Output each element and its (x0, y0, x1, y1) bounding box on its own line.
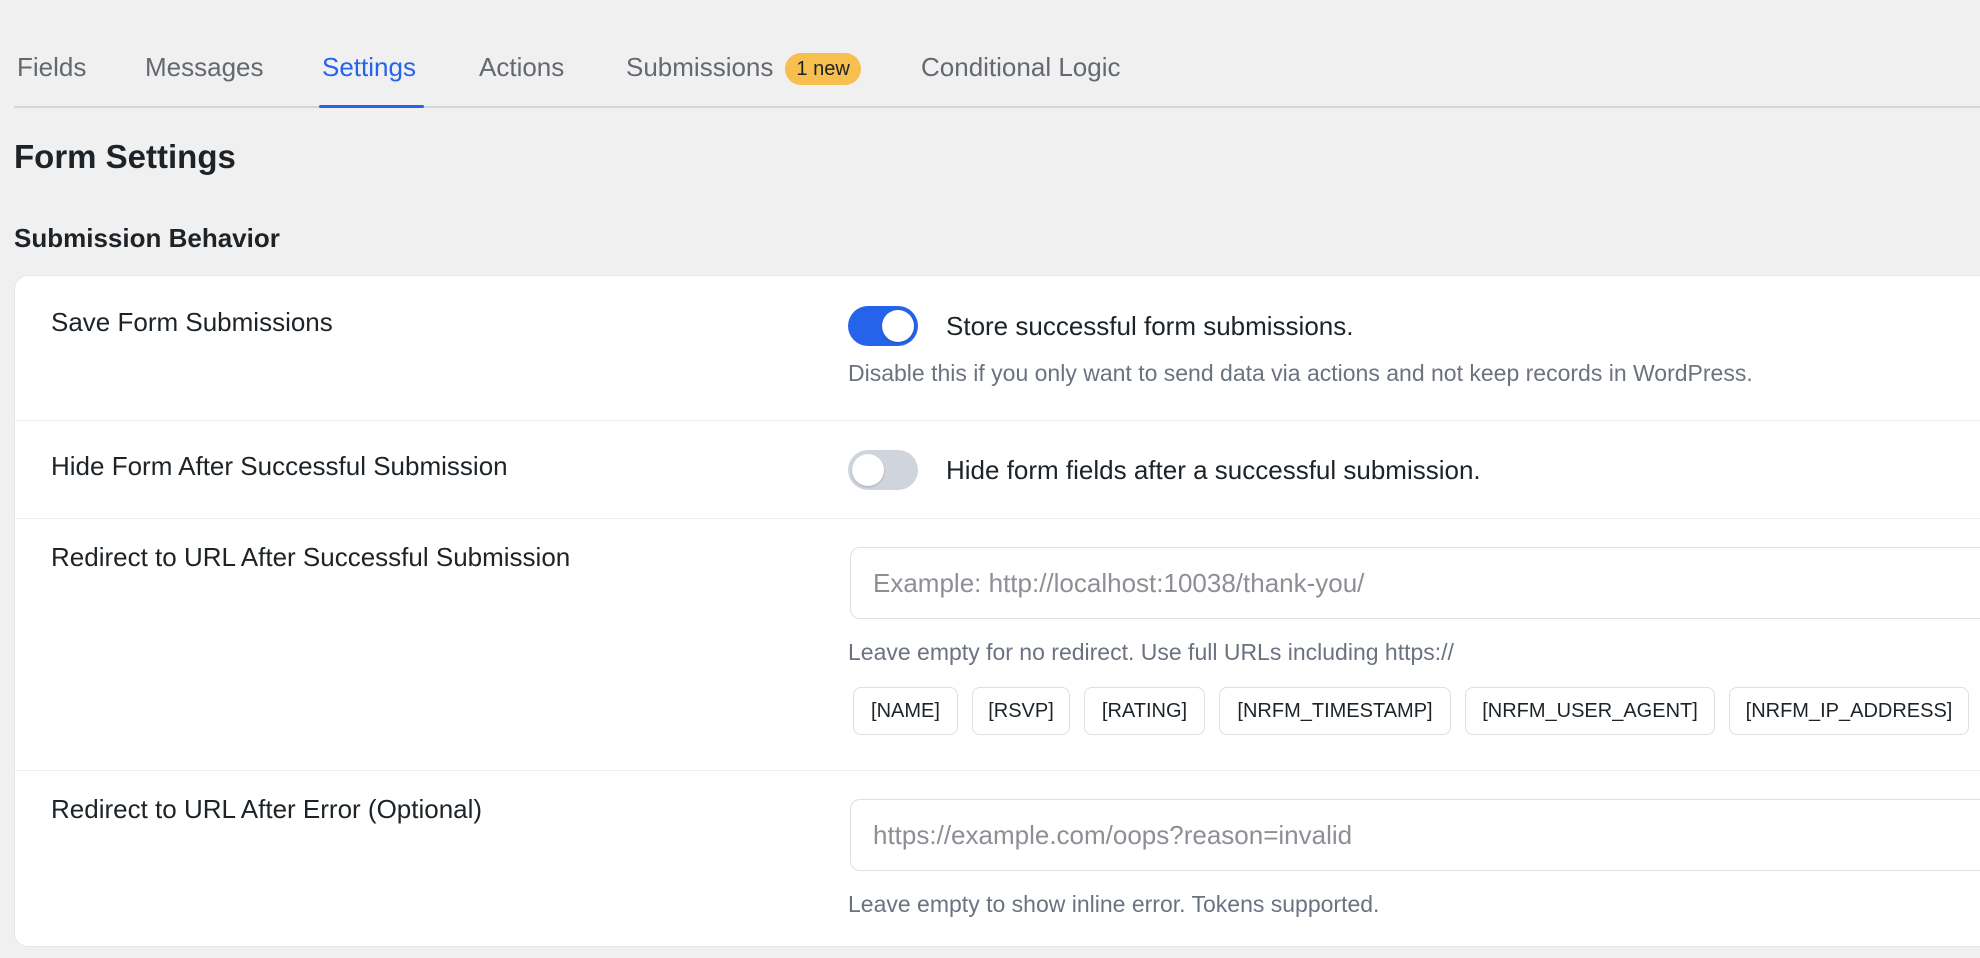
redirect-error-hint: Leave empty to show inline error. Tokens… (848, 891, 1380, 917)
tab-settings-label: Settings (322, 52, 416, 82)
setting-row-redirect-error: Redirect to URL After Error (Optional) L… (15, 770, 1980, 946)
setting-row-hide-form: Hide Form After Successful Submission Hi… (15, 420, 1980, 519)
save-submissions-label: Save Form Submissions (51, 307, 333, 337)
save-submissions-toggle[interactable] (848, 306, 918, 346)
hide-form-toggle-label: Hide form fields after a successful subm… (946, 455, 1481, 485)
tab-messages[interactable]: Messages (145, 50, 264, 84)
setting-row-redirect-success: Redirect to URL After Successful Submiss… (15, 518, 1980, 771)
toggle-knob (852, 454, 884, 486)
tab-fields[interactable]: Fields (17, 50, 86, 84)
save-submissions-toggle-label: Store successful form submissions. (946, 311, 1354, 341)
redirect-error-label: Redirect to URL After Error (Optional) (51, 794, 483, 824)
token-rating[interactable]: [RATING] (1084, 687, 1205, 735)
hide-form-toggle[interactable] (848, 450, 918, 490)
page-title: Form Settings (14, 138, 236, 175)
setting-row-save-submissions: Save Form Submissions Store successful f… (15, 276, 1980, 421)
settings-card: Save Form Submissions Store successful f… (14, 275, 1980, 947)
new-submissions-badge: 1 new (785, 53, 861, 85)
token-rsvp[interactable]: [RSVP] (972, 687, 1070, 735)
tab-submissions-label: Submissions (626, 52, 774, 82)
save-submissions-hint: Disable this if you only want to send da… (848, 360, 1753, 386)
redirect-success-hint: Leave empty for no redirect. Use full UR… (848, 639, 1454, 665)
tab-actions[interactable]: Actions (479, 50, 564, 84)
section-title: Submission Behavior (14, 223, 280, 253)
redirect-error-url-input[interactable] (850, 799, 1980, 871)
active-tab-indicator (319, 105, 424, 108)
token-nrfm-ip-address[interactable]: [NRFM_IP_ADDRESS] (1729, 687, 1969, 735)
tab-submissions[interactable]: Submissions 1 new (626, 50, 861, 85)
tab-bar: Fields Messages Settings Actions Submiss… (14, 0, 1980, 108)
tab-settings[interactable]: Settings (322, 50, 416, 84)
token-name[interactable]: [NAME] (853, 687, 958, 735)
hide-form-label: Hide Form After Successful Submission (51, 451, 508, 481)
redirect-success-url-input[interactable] (850, 547, 1980, 619)
tab-conditional-logic[interactable]: Conditional Logic (921, 50, 1120, 84)
toggle-knob (882, 310, 914, 342)
token-nrfm-user-agent[interactable]: [NRFM_USER_AGENT] (1465, 687, 1715, 735)
token-nrfm-timestamp[interactable]: [NRFM_TIMESTAMP] (1219, 687, 1451, 735)
redirect-success-label: Redirect to URL After Successful Submiss… (51, 542, 571, 572)
